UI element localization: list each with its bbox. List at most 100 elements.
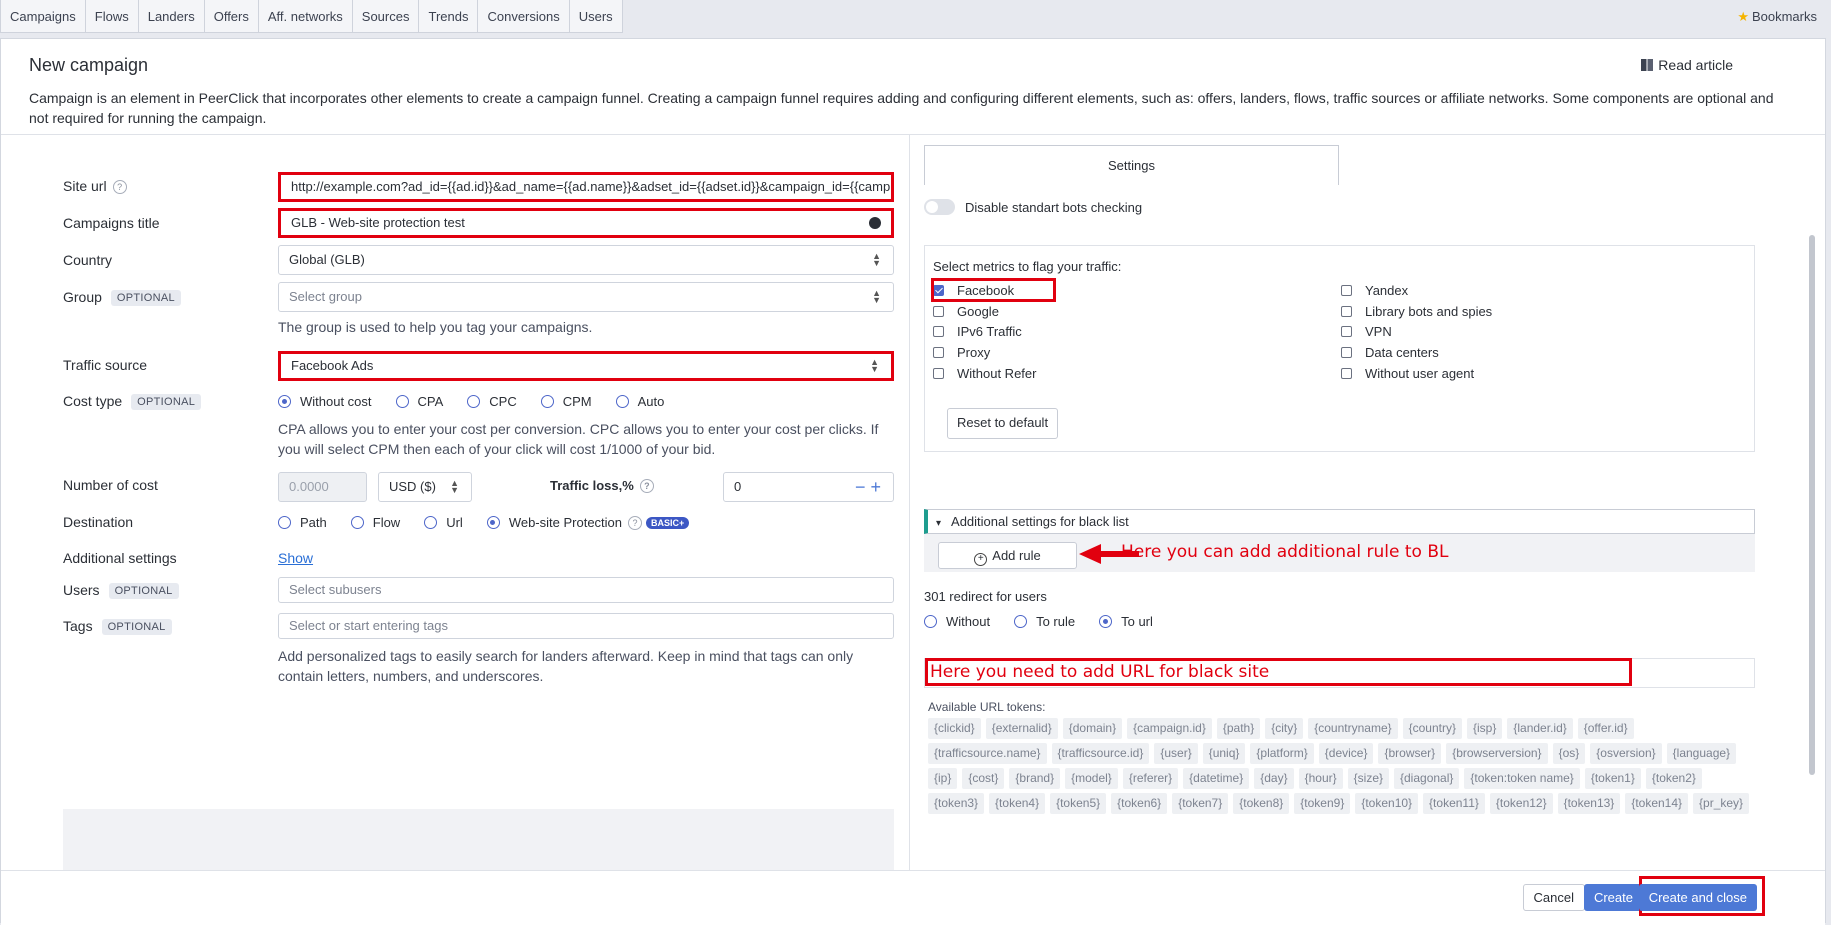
checkbox[interactable] bbox=[933, 326, 944, 337]
url-token[interactable]: {datetime} bbox=[1183, 768, 1250, 789]
url-token[interactable]: {token4} bbox=[989, 793, 1046, 814]
url-token[interactable]: {device} bbox=[1318, 743, 1374, 764]
url-token[interactable]: {city} bbox=[1265, 718, 1304, 739]
url-token[interactable]: {token6} bbox=[1111, 793, 1168, 814]
url-token[interactable]: {token12} bbox=[1489, 793, 1553, 814]
metric-google[interactable]: Google bbox=[933, 304, 999, 319]
traffic-source-select[interactable]: Facebook Ads ▲ ▼ bbox=[278, 351, 894, 381]
url-token[interactable]: {brand} bbox=[1009, 768, 1061, 789]
radio[interactable] bbox=[540, 395, 554, 408]
read-article-link[interactable]: Read article bbox=[1640, 57, 1733, 73]
metric-data-centers[interactable]: Data centers bbox=[1341, 345, 1439, 360]
cost-type-cpm[interactable]: CPM bbox=[540, 394, 592, 409]
url-token[interactable]: {user} bbox=[1154, 743, 1198, 764]
metric-without-user-agent[interactable]: Without user agent bbox=[1341, 366, 1474, 381]
cost-type-cpa[interactable]: CPA bbox=[395, 394, 443, 409]
url-token[interactable]: {token5} bbox=[1050, 793, 1107, 814]
add-rule-button[interactable]: + Add rule bbox=[938, 542, 1077, 569]
url-token[interactable]: {countryname} bbox=[1308, 718, 1398, 739]
url-token[interactable]: {model} bbox=[1065, 768, 1118, 789]
checkbox[interactable] bbox=[933, 368, 944, 379]
checkbox[interactable] bbox=[1341, 347, 1352, 358]
help-icon[interactable]: ? bbox=[628, 515, 643, 530]
radio[interactable] bbox=[350, 516, 364, 529]
currency-select[interactable]: USD ($) ▲ ▼ bbox=[378, 472, 472, 502]
url-token[interactable]: {token13} bbox=[1557, 793, 1621, 814]
url-token[interactable]: {browser} bbox=[1378, 743, 1442, 764]
country-select[interactable]: Global (GLB) ▲ ▼ bbox=[278, 245, 894, 275]
url-token[interactable]: {campaign.id} bbox=[1127, 718, 1212, 739]
nav-tab-flows[interactable]: Flows bbox=[85, 0, 139, 33]
scrollbar[interactable] bbox=[1809, 235, 1815, 775]
radio[interactable] bbox=[615, 395, 629, 408]
url-token[interactable]: {token10} bbox=[1355, 793, 1419, 814]
nav-tab-conversions[interactable]: Conversions bbox=[478, 0, 570, 33]
url-token[interactable]: {trafficsource.name} bbox=[928, 743, 1047, 764]
disable-bots-toggle[interactable] bbox=[924, 199, 955, 215]
destination-flow[interactable]: Flow bbox=[350, 515, 400, 530]
checkbox[interactable] bbox=[1341, 285, 1352, 296]
destination-website-protection[interactable]: Web-site Protection? BASIC+ bbox=[486, 515, 690, 530]
reset-to-default-button[interactable]: Reset to default bbox=[947, 408, 1059, 439]
cost-type-cpc[interactable]: CPC bbox=[467, 394, 517, 409]
url-token[interactable]: {ip} bbox=[928, 768, 958, 789]
help-icon[interactable]: ? bbox=[112, 180, 127, 194]
cost-type-auto[interactable]: Auto bbox=[615, 394, 664, 409]
nav-tab-landers[interactable]: Landers bbox=[138, 0, 205, 33]
traffic-loss-input[interactable]: 0 − + bbox=[723, 472, 894, 502]
url-token[interactable]: {token14} bbox=[1625, 793, 1689, 814]
create-button[interactable]: Create bbox=[1583, 884, 1643, 911]
url-token[interactable]: {uniq} bbox=[1202, 743, 1246, 764]
bookmarks-button[interactable]: ★ Bookmarks bbox=[1737, 9, 1817, 25]
nav-tab-sources[interactable]: Sources bbox=[352, 0, 420, 33]
url-token[interactable]: {language} bbox=[1666, 743, 1737, 764]
url-token[interactable]: {path} bbox=[1216, 718, 1261, 739]
checkbox[interactable] bbox=[933, 347, 944, 358]
url-token[interactable]: {country} bbox=[1402, 718, 1462, 739]
radio[interactable] bbox=[1014, 615, 1028, 628]
metric-vpn[interactable]: VPN bbox=[1341, 324, 1392, 339]
redirect-to-url[interactable]: To url bbox=[1099, 614, 1153, 629]
metric-yandex[interactable]: Yandex bbox=[1341, 283, 1408, 298]
radio[interactable] bbox=[278, 516, 291, 529]
radio[interactable] bbox=[924, 615, 937, 628]
url-token[interactable]: {domain} bbox=[1062, 718, 1123, 739]
url-token[interactable]: {token7} bbox=[1172, 793, 1229, 814]
redirect-without[interactable]: Without bbox=[924, 614, 990, 629]
checkbox[interactable] bbox=[1341, 368, 1352, 379]
url-token[interactable]: {platform} bbox=[1250, 743, 1314, 764]
url-token[interactable]: {browserversion} bbox=[1446, 743, 1548, 764]
radio-selected[interactable] bbox=[486, 516, 500, 529]
url-token[interactable]: {token2} bbox=[1645, 768, 1702, 789]
url-token[interactable]: {day} bbox=[1254, 768, 1294, 789]
show-additional-settings-link[interactable]: Show bbox=[278, 550, 313, 566]
metric-proxy[interactable]: Proxy bbox=[933, 345, 990, 360]
url-token[interactable]: {pr_key} bbox=[1693, 793, 1750, 814]
redirect-to-rule[interactable]: To rule bbox=[1014, 614, 1075, 629]
nav-tab-trends[interactable]: Trends bbox=[419, 0, 479, 33]
radio[interactable] bbox=[424, 516, 438, 529]
group-select[interactable]: Select group ▲ ▼ bbox=[278, 282, 894, 312]
url-token[interactable]: {isp} bbox=[1467, 718, 1503, 739]
cost-input[interactable]: 0.0000 bbox=[278, 472, 367, 502]
users-select[interactable]: Select subusers bbox=[278, 577, 894, 603]
tags-input[interactable]: Select or start entering tags bbox=[278, 613, 894, 639]
url-token[interactable]: {diagonal} bbox=[1394, 768, 1460, 789]
url-token[interactable]: {offer.id} bbox=[1577, 718, 1634, 739]
url-token[interactable]: {lander.id} bbox=[1507, 718, 1573, 739]
metric-without-refer[interactable]: Without Refer bbox=[933, 366, 1036, 381]
metric-library-bots[interactable]: Library bots and spies bbox=[1341, 304, 1492, 319]
url-token[interactable]: {cost} bbox=[962, 768, 1005, 789]
radio[interactable] bbox=[467, 395, 481, 408]
nav-tab-users[interactable]: Users bbox=[569, 0, 623, 33]
nav-tab-campaigns[interactable]: Campaigns bbox=[0, 0, 86, 33]
url-token[interactable]: {token9} bbox=[1294, 793, 1351, 814]
cost-type-without-cost[interactable]: Without cost bbox=[278, 394, 372, 409]
nav-tab-offers[interactable]: Offers bbox=[204, 0, 259, 33]
nav-tab-aff-networks[interactable]: Aff. networks bbox=[258, 0, 353, 33]
destination-url[interactable]: Url bbox=[424, 515, 463, 530]
checkbox[interactable] bbox=[933, 306, 944, 317]
radio[interactable] bbox=[395, 395, 409, 408]
radio-selected[interactable] bbox=[278, 395, 291, 408]
radio-selected[interactable] bbox=[1099, 615, 1113, 628]
